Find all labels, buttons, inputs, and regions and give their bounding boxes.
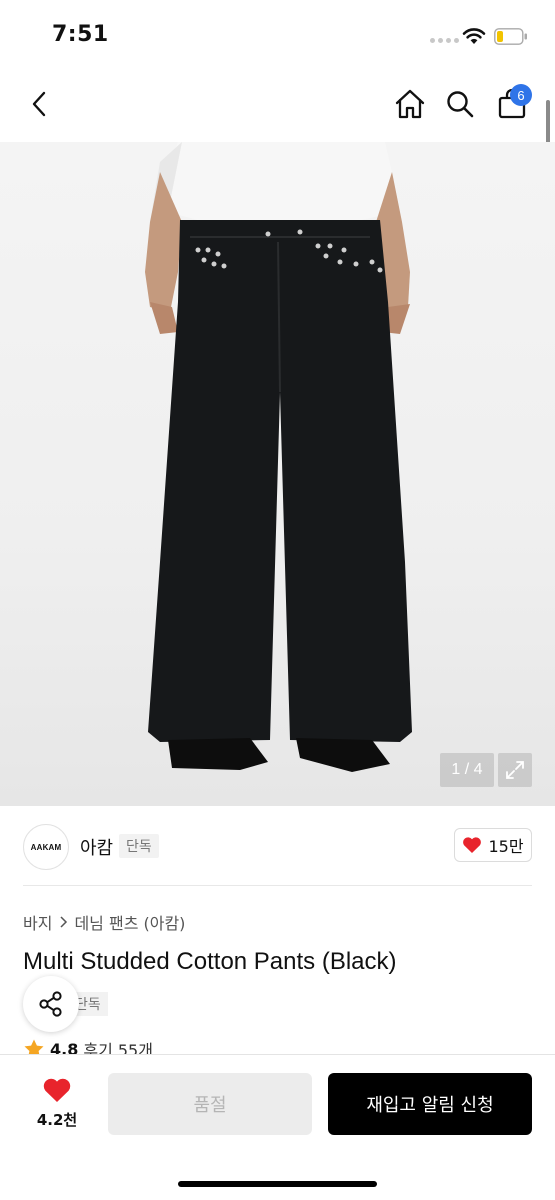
search-icon [447,91,474,118]
home-button[interactable] [390,84,430,124]
heart-icon [43,1078,71,1102]
battery-icon [494,28,527,45]
brand-logo[interactable]: AAKAM [23,824,69,870]
wifi-icon [462,28,486,44]
brand-like-button[interactable]: 15만 [454,828,532,862]
status-bar: 7:51 [0,0,555,70]
home-icon [395,89,425,119]
chevron-left-icon [32,91,46,117]
brand-like-count: 15만 [488,837,524,856]
cart-count-badge: 6 [510,84,532,106]
wishlist-button[interactable]: 4.2천 [28,1077,86,1130]
divider [23,885,532,886]
search-button[interactable] [440,84,480,124]
product-title: Multi Studded Cotton Pants (Black) [23,948,397,975]
share-button[interactable] [23,976,79,1032]
signal-icon [430,38,459,43]
breadcrumb: 바지 데님 팬츠 (아캄) [23,910,185,934]
breadcrumb-subcategory[interactable]: 데님 팬츠 (아캄) [74,910,185,934]
product-image[interactable] [0,142,555,806]
back-button[interactable] [20,84,60,124]
brand-exclusive-tag: 단독 [119,834,159,858]
bottom-action-bar: 4.2천 품절 재입고 알림 신청 [0,1054,555,1200]
top-navigation [0,72,555,136]
home-indicator [178,1181,377,1187]
brand-row: AAKAM 아캄 단독 15만 [0,806,555,886]
wishlist-count: 4.2천 [36,1111,78,1129]
share-icon [39,991,62,1017]
chevron-right-icon [60,916,68,928]
expand-icon [506,761,524,779]
brand-name[interactable]: 아캄 [80,834,113,860]
soldout-button[interactable]: 품절 [108,1073,312,1135]
heart-icon [463,837,482,853]
image-counter: 1 / 4 [440,753,494,787]
expand-image-button[interactable] [498,753,532,787]
status-time: 7:51 [52,22,109,47]
restock-alert-button[interactable]: 재입고 알림 신청 [328,1073,532,1135]
breadcrumb-category[interactable]: 바지 [23,910,52,934]
product-photo-illustration [145,142,412,772]
